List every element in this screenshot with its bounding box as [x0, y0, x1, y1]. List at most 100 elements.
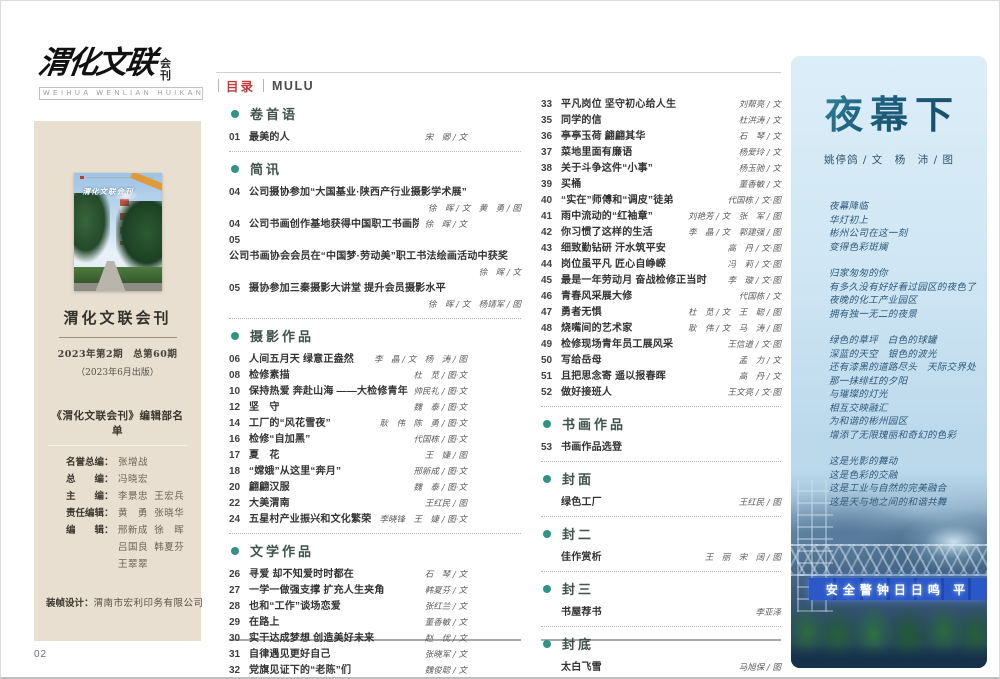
poem-line: 这是光影的舞动: [829, 455, 987, 469]
toc-entry-credit: 魏俊聪 / 文: [419, 663, 467, 679]
poem-line: 夜幕降临: [829, 200, 987, 214]
toc-entry-title: 写给岳母: [561, 353, 602, 369]
toc-section: 封面 绿色工厂 王红民 / 图: [541, 469, 781, 517]
toc-entry: 52 做好接班人 王文亮 / 文·图: [541, 385, 781, 401]
toc-entry-title: 细致勤钻研 汗水筑平安: [561, 241, 666, 257]
toc-section: 书画作品 53 书画作品选登: [541, 414, 781, 462]
toc-entry-page: 24: [229, 512, 249, 528]
toc-entry: 43 细致勤钻研 汗水筑平安 高 丹 / 文·图: [541, 241, 781, 257]
board-row: 主 编： 李景忠 王宏兵: [66, 488, 187, 505]
toc-section-items: 01 最美的人 宋 卿 / 文: [229, 130, 521, 146]
toc-entry-page: 01: [229, 130, 249, 146]
toc-entry: 40 “实在”师傅和“调皮”徒弟 代国栋 / 文·图: [541, 193, 781, 209]
editorial-board-title: 《渭化文联会刊》编辑部名单: [48, 408, 187, 446]
toc-entry-title: 检修“自加黑”: [249, 432, 310, 448]
board-role: [66, 539, 118, 556]
toc-entry-page: 53: [541, 440, 561, 456]
toc-entry: 04 公司摄协参加“大国基业·陕西产行业摄影学术展” 徐 晖 / 文 黄 勇 /…: [229, 185, 521, 217]
toc-entry-title: 勇者无惧: [561, 305, 602, 321]
toc-entry-credit: 韩夏芬 / 文: [419, 583, 467, 599]
toc-entry: 08 检修素描 杜 苋 / 图·文: [229, 368, 521, 384]
board-role: 责任编辑：: [66, 505, 118, 522]
editorial-board-list: 名誉总编： 张增战 总 编： 冯晓宏 主 编： 李景忠 王宏兵 责任编辑： 黄 …: [48, 454, 187, 573]
toc-entry-credit: 杨玉驰 / 文: [733, 161, 781, 177]
toc-entry-title: 党旗见证下的“老陈”们: [249, 663, 351, 679]
board-row: 吕国良 韩夏芬: [66, 539, 187, 556]
toc-section-header: 书画作品: [543, 414, 781, 433]
toc-entry-credit: 李 晶 / 文 杨 涛 / 图: [368, 352, 467, 368]
toc-section-title: 封底: [562, 634, 594, 653]
toc-entry-credit: 高 丹 / 文·图: [722, 241, 781, 257]
toc-entry-page: 04: [229, 217, 249, 233]
toc-entry: 28 也和“工作”谈场恋爱 张红兰 / 文: [229, 599, 521, 615]
toc-entry-title: 实干达成梦想 创造美好未来: [249, 631, 374, 647]
toc-section-header: 文学作品: [231, 541, 521, 560]
toc-header-bar: [218, 79, 219, 92]
toc-entry-credit: 董香敏 / 文: [733, 177, 781, 193]
toc-entry-title: 平凡岗位 坚守初心给人生: [561, 97, 676, 113]
toc-section-header: 摄影作品: [231, 326, 521, 345]
toc-entry-title: 最是一年劳动月 奋战检修正当时: [561, 273, 707, 289]
toc-entry-credit: 王 丽 宋 阔 / 图: [699, 550, 781, 566]
toc-entry-title: 坚 守: [249, 400, 280, 416]
toc-entry: 05 公司书画协会会员在“中国梦·劳动美”职工书法绘画活动中获奖 徐 晖 / 文: [229, 233, 521, 281]
toc-entry-title: 佳作赏析: [561, 550, 602, 566]
toc-entry-page: 27: [229, 583, 249, 599]
toc-entry-credit: 宋 卿 / 文: [419, 130, 467, 146]
toc-entry-page: 28: [229, 599, 249, 615]
cover-left-trees: [74, 193, 110, 271]
poem-line: 这是天与地之间的和谐共舞: [829, 496, 987, 510]
poem-line: 有多久没有好好看过园区的夜色了: [829, 281, 987, 295]
toc-entry-page: 38: [541, 161, 561, 177]
toc-entry-page: 47: [541, 305, 561, 321]
toc-section-title: 卷首语: [250, 104, 298, 123]
toc-entry-credit: 帅民礼 / 图·文: [408, 384, 467, 400]
poem-stanza: 这是光影的舞动这是色彩的交融这是工业与自然的完美融合这是天与地之间的和谐共舞: [829, 455, 987, 509]
feature-byline: 姚停鸽 / 文 杨 沛 / 图: [791, 152, 987, 167]
bullet-icon: [231, 547, 239, 555]
toc-entry-page: 32: [229, 663, 249, 679]
photo-ground: [791, 644, 987, 668]
poem-line: 拥有独一无二的夜景: [829, 308, 987, 322]
board-row: 王翠翠: [66, 556, 187, 573]
toc-entry-page: 18: [229, 464, 249, 480]
toc-section-items: 53 书画作品选登: [541, 440, 781, 456]
toc-entry-credit: 耿 伟 / 文 马 涛 / 图: [682, 321, 781, 337]
poem-line: 这是色彩的交融: [829, 469, 987, 483]
section-divider: [229, 151, 521, 152]
poem-line: 还有漆黑的道路尽头 天际交界处: [829, 361, 987, 375]
toc-entry-title: 公司书画创作基地获得中国职工书画院最美创作基地称号: [249, 217, 419, 233]
toc-entry-title: 保持热爱 奔赴山海 ——大检修青年主力军掠影: [249, 384, 408, 400]
toc-entry: 46 青春风采展大修 代国栋 / 文: [541, 289, 781, 305]
toc-section-items: 书屋荐书 李亚泽: [541, 605, 781, 621]
feature-title: 夜幕下: [791, 84, 987, 139]
toc-entry-credit: 魏 泰 / 图·文: [408, 400, 467, 416]
toc-entry: 17 夏 花 王 婕 / 图: [229, 448, 521, 464]
bullet-icon: [231, 332, 239, 340]
toc-entry-title: 夏 花: [249, 448, 280, 464]
toc-entry: 05 摄协参加三秦摄影大讲堂 提升会员摄影水平 徐 晖 / 文 杨靖军 / 图: [229, 281, 521, 313]
toc-entry: 32 党旗见证下的“老陈”们 魏俊聪 / 文: [229, 663, 521, 679]
poem-line: 为和谐的彬州园区: [829, 415, 987, 429]
board-names: 王翠翠: [118, 556, 148, 573]
toc-entry-page: 35: [541, 113, 561, 129]
toc-entry-title: 青春风采展大修: [561, 289, 632, 305]
section-divider: [541, 626, 781, 627]
page-number-left: 02: [34, 649, 47, 660]
toc-section-title: 摄影作品: [250, 326, 314, 345]
toc-entry-page: 20: [229, 480, 249, 496]
toc-entry-title: 工厂的“风花雪夜”: [249, 416, 331, 432]
toc-entry-title: 也和“工作”谈场恋爱: [249, 599, 341, 615]
poem-line: 增添了无限瑰丽和奇幻的色彩: [829, 429, 987, 443]
board-row: 总 编： 冯晓宏: [66, 471, 187, 488]
toc-entry-credit: 马旭保 / 图: [733, 660, 781, 676]
design-credit-value: 渭南市宏利印务有限公司: [94, 595, 204, 609]
toc-entry-page: 37: [541, 145, 561, 161]
toc-entry-credit: 杜洪涛 / 文: [733, 113, 781, 129]
board-names: 黄 勇 张晓华: [118, 505, 184, 522]
toc-entry-credit: 徐 晖 / 文 黄 勇 / 图: [229, 201, 521, 217]
toc-entry-title: 且把思念寄 遥以报春晖: [561, 369, 666, 385]
toc-entry: 48 烧嘴间的艺术家 耿 伟 / 文 马 涛 / 图: [541, 321, 781, 337]
toc-section-header: 封三: [543, 579, 781, 598]
toc-entry: 35 同学的信 杜洪涛 / 文: [541, 113, 781, 129]
